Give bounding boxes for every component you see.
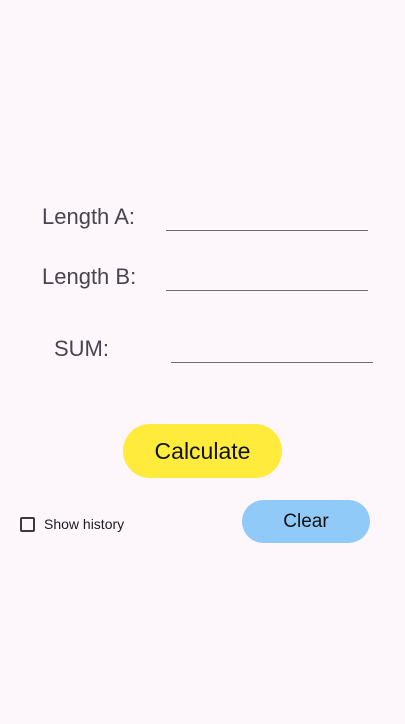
sum-result-field[interactable] [171, 335, 373, 363]
length-a-label: Length A: [42, 204, 135, 229]
show-history-label: Show history [44, 516, 125, 532]
clear-button[interactable]: Clear [242, 500, 370, 543]
length-b-label: Length B: [42, 264, 137, 289]
sum-label: SUM: [54, 336, 109, 361]
show-history-checkbox[interactable] [20, 516, 35, 532]
length-b-input[interactable] [166, 263, 368, 291]
show-history-toggle[interactable]: Show history [20, 514, 124, 534]
calculator-screen: { "form": { "length_a": { "label": "Leng… [0, 0, 405, 724]
length-a-input[interactable] [166, 203, 368, 231]
calculate-button[interactable]: Calculate [123, 424, 282, 478]
